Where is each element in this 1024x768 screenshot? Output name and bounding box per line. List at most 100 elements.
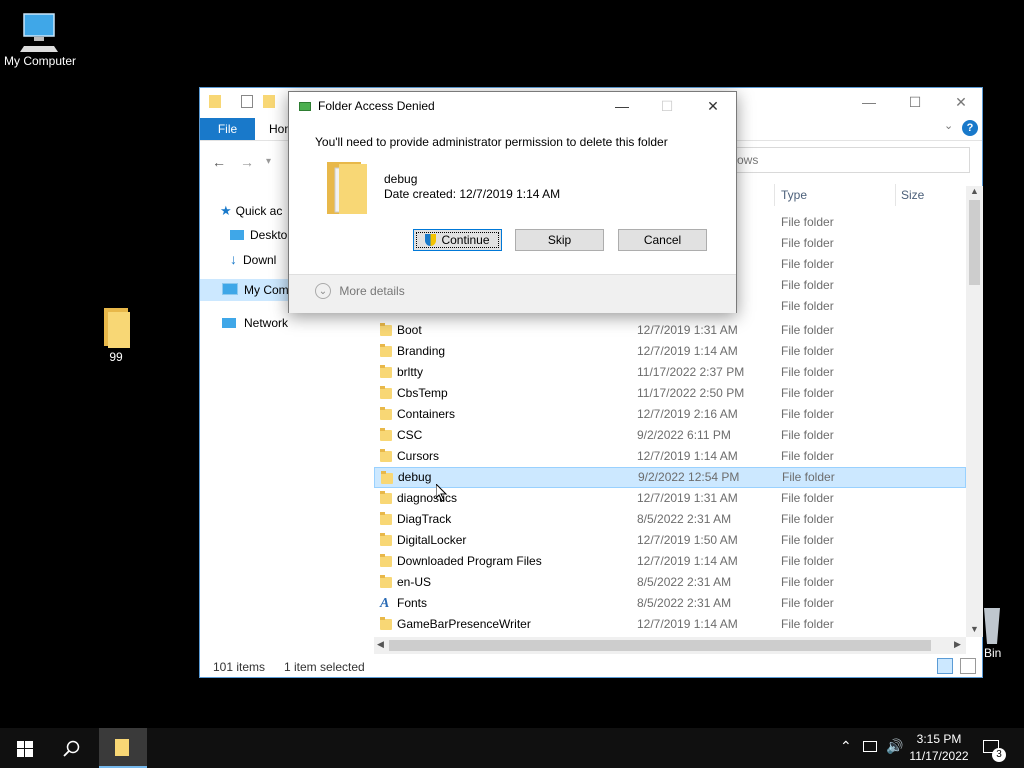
dialog-message: You'll need to provide administrator per… (315, 135, 668, 149)
file-list-row[interactable]: GameBarPresenceWriter 12/7/2019 1:14 AM Fi… (374, 614, 966, 635)
desktop-icon-99-folder[interactable]: 99 (90, 306, 142, 364)
new-folder-icon[interactable] (263, 95, 275, 108)
file-list-row[interactable]: Cursors 12/7/2019 1:14 AM File folder (374, 446, 966, 467)
column-separator[interactable] (895, 184, 896, 206)
date-modified: 8/5/2022 2:31 AM (637, 596, 732, 610)
mouse-cursor-icon (436, 484, 448, 502)
nav-item-label: Downl (243, 253, 277, 267)
back-arrow-icon[interactable]: ← (212, 154, 226, 170)
search-input[interactable]: ows (728, 147, 970, 173)
file-name: en-US (397, 575, 432, 589)
column-separator[interactable] (774, 184, 775, 206)
file-type: File folder (781, 533, 834, 547)
clock-time[interactable]: 3:15 PM (906, 732, 972, 746)
date-modified: 12/7/2019 1:31 AM (637, 491, 738, 505)
file-list-row[interactable]: CbsTemp 11/17/2022 2:50 PM File folder (374, 383, 966, 404)
file-type: File folder (781, 596, 834, 610)
folder-icon (380, 533, 392, 546)
column-header-size[interactable]: Size (901, 188, 924, 202)
desktop-icon (230, 230, 244, 240)
skip-button[interactable]: Skip (515, 229, 604, 251)
recent-locations-chevron-icon[interactable]: ▾ (266, 156, 271, 167)
horizontal-scroll-thumb[interactable] (389, 640, 931, 651)
nav-item-label: Quick ac (235, 204, 283, 218)
folder-icon (380, 344, 392, 357)
show-hidden-icons-chevron-icon[interactable]: ⌃ (840, 738, 852, 755)
volume-icon[interactable]: 🔊 (886, 738, 903, 755)
file-type: File folder (781, 491, 834, 505)
nav-item-label: Deskto (250, 228, 288, 242)
file-list-row[interactable]: Downloaded Program Files 12/7/2019 1:14 A… (374, 551, 966, 572)
date-modified: 8/5/2022 2:31 AM (637, 575, 732, 589)
minimize-icon[interactable]: — (599, 92, 645, 120)
file-name: GameBarPresenceWriter (397, 617, 531, 631)
file-type: File folder (781, 428, 834, 442)
date-modified: 11/17/2022 2:37 PM (637, 365, 745, 379)
item-count: 101 items (213, 660, 266, 674)
scroll-up-icon[interactable]: ▲ (970, 186, 979, 196)
date-modified: 12/7/2019 1:31 AM (637, 323, 738, 337)
desktop-icon-my-computer[interactable]: My Computer (0, 10, 80, 68)
continue-button[interactable]: Continue (413, 229, 502, 251)
scroll-left-icon[interactable]: ◀ (377, 639, 384, 650)
file-list-row[interactable]: Containers 12/7/2019 2:16 AM File folder (374, 404, 966, 425)
windows-start-icon[interactable] (17, 741, 33, 757)
file-list-row[interactable]: debug 9/2/2022 12:54 PM File folder (374, 467, 966, 488)
date-modified: 12/7/2019 1:14 AM (637, 617, 738, 631)
file-list-row[interactable]: Boot 12/7/2019 1:31 AM File folder (374, 320, 966, 341)
close-icon[interactable]: ✕ (938, 88, 984, 116)
cancel-button[interactable]: Cancel (618, 229, 707, 251)
vertical-scrollbar[interactable]: ▲ ▼ (966, 186, 983, 637)
column-header-type[interactable]: Type (781, 188, 807, 202)
status-bar: 101 items 1 item selected (200, 656, 982, 678)
close-icon[interactable]: ✕ (690, 92, 736, 120)
taskbar-file-explorer-button[interactable] (99, 728, 147, 768)
scroll-right-icon[interactable]: ▶ (954, 639, 961, 650)
folder-icon (104, 308, 130, 348)
nav-item-network[interactable]: Network (222, 312, 372, 334)
maximize-icon[interactable]: ☐ (892, 88, 938, 116)
vertical-scroll-thumb[interactable] (969, 200, 980, 285)
scroll-down-icon[interactable]: ▼ (970, 624, 979, 634)
file-list-row[interactable]: brltty 11/17/2022 2:37 PM File folder (374, 362, 966, 383)
desktop-icon-recycle-bin[interactable]: Bin (980, 606, 1024, 660)
large-icons-view-icon[interactable] (960, 658, 976, 674)
date-modified: 12/7/2019 1:14 AM (637, 554, 738, 568)
file-type: File folder (781, 575, 834, 589)
minimize-icon[interactable]: — (846, 88, 892, 116)
file-type: File folder (781, 365, 834, 379)
file-name: Downloaded Program Files (397, 554, 542, 568)
details-view-icon[interactable] (937, 658, 953, 674)
folder-icon (380, 386, 392, 399)
file-list-row[interactable]: DiagTrack 8/5/2022 2:31 AM File folder (374, 509, 966, 530)
file-type: File folder (781, 386, 834, 400)
file-list-row[interactable]: DigitalLocker 12/7/2019 1:50 AM File folde… (374, 530, 966, 551)
file-list-row[interactable]: CSC 9/2/2022 6:11 PM File folder (374, 425, 966, 446)
file-list-row[interactable]: diagnostics 12/7/2019 1:31 AM File folder (374, 488, 966, 509)
forward-arrow-icon[interactable]: → (240, 154, 254, 170)
search-icon[interactable] (63, 740, 81, 758)
folder-icon (380, 617, 392, 630)
file-name: Branding (397, 344, 446, 358)
file-name: DiagTrack (397, 512, 452, 526)
chevron-down-icon[interactable]: ⌄ (944, 119, 953, 132)
file-list-row[interactable]: en-US 8/5/2022 2:31 AM File folder (374, 572, 966, 593)
file-operation-icon (299, 102, 311, 111)
file-list-row[interactable]: A Fonts 8/5/2022 2:31 AM File folder (374, 593, 966, 614)
date-modified: 9/2/2022 12:54 PM (638, 470, 740, 484)
folder-access-denied-dialog: Folder Access Denied — ☐ ✕ You'll need t… (288, 91, 737, 313)
file-name: CSC (397, 428, 423, 442)
more-details-toggle[interactable]: ⌄ More details (315, 283, 405, 303)
clock-date[interactable]: 11/17/2022 (906, 749, 972, 763)
folder-icon[interactable] (209, 95, 221, 108)
file-name: diagnostics (397, 491, 458, 505)
file-name: brltty (397, 365, 424, 379)
file-list-row[interactable]: Branding 12/7/2019 1:14 AM File folder (374, 341, 966, 362)
file-name: debug (398, 470, 432, 484)
horizontal-scrollbar[interactable]: ◀ ▶ (374, 637, 966, 654)
tab-file[interactable]: File (200, 118, 255, 140)
file-name: Containers (397, 407, 456, 421)
help-icon[interactable]: ? (962, 120, 978, 136)
network-icon[interactable] (863, 741, 877, 752)
properties-icon[interactable] (241, 95, 253, 108)
